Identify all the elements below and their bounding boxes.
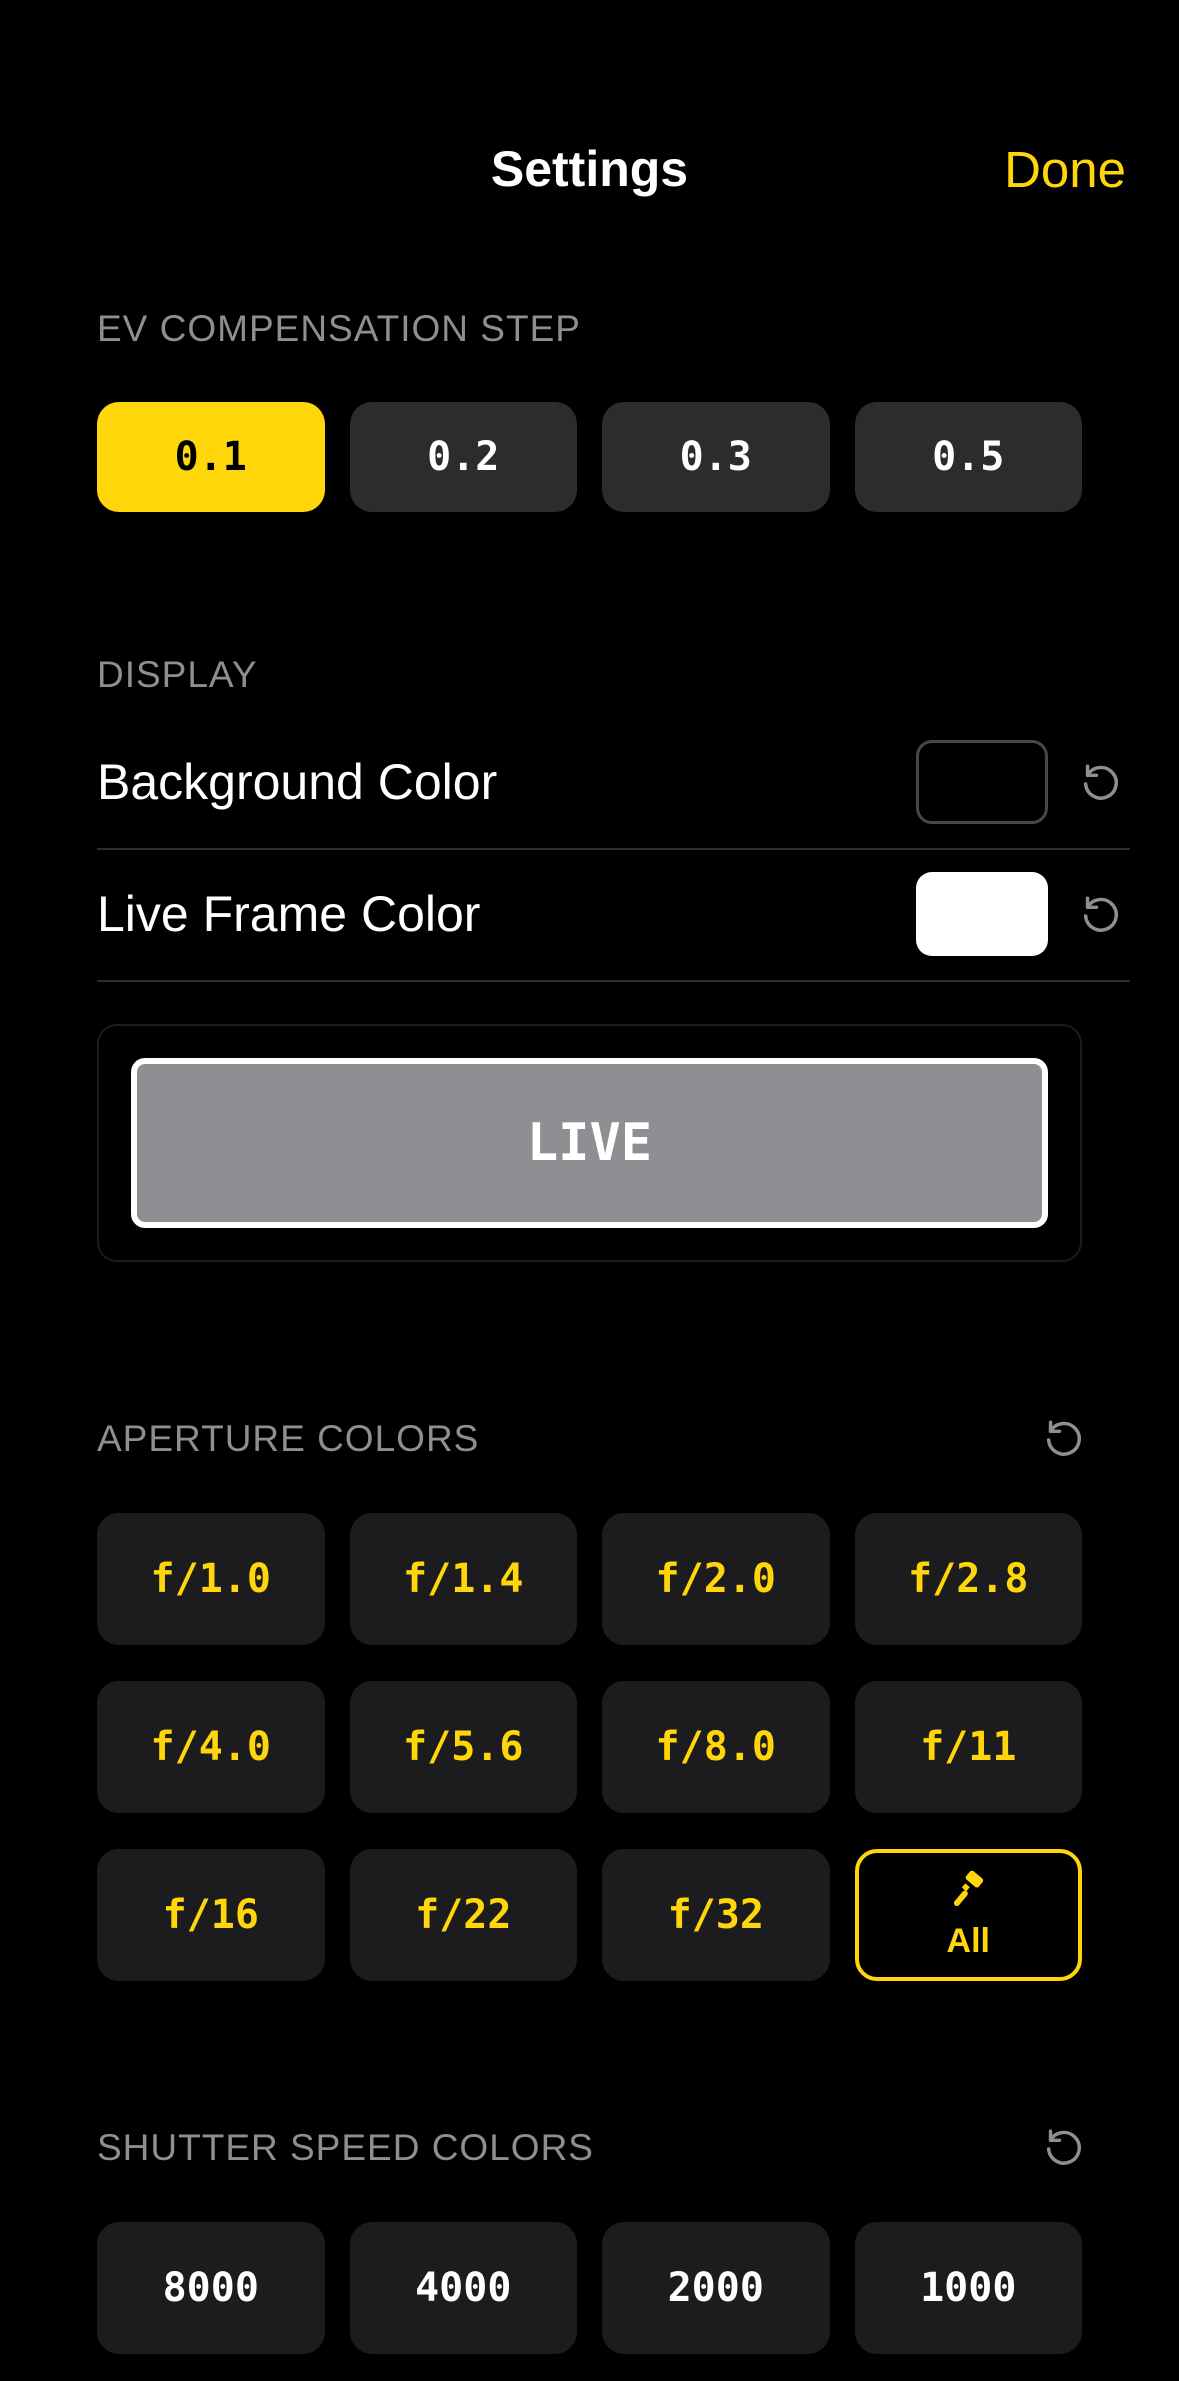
live-frame-color-label: Live Frame Color [97, 886, 481, 942]
aperture-option[interactable]: f/2.0 [602, 1513, 830, 1645]
aperture-grid: f/1.0 f/1.4 f/2.0 f/2.8 f/4.0 f/5.6 f/8.… [97, 1513, 1082, 1981]
background-color-swatch[interactable] [916, 740, 1048, 824]
display-section-label: DISPLAY [97, 654, 258, 695]
aperture-option[interactable]: f/11 [854, 1681, 1082, 1813]
aperture-option[interactable]: f/2.8 [854, 1513, 1082, 1645]
apply-all-button[interactable]: All [854, 1849, 1082, 1981]
shutter-option[interactable]: 1000 [854, 2222, 1082, 2354]
reset-icon[interactable] [1070, 752, 1130, 812]
background-color-label: Background Color [97, 754, 498, 810]
background-color-row: Background Color [97, 716, 1130, 850]
ev-step-selector: 0.1 0.2 0.3 0.5 [97, 402, 1082, 512]
aperture-option[interactable]: f/5.6 [349, 1681, 577, 1813]
ev-step-option[interactable]: 0.2 [349, 402, 577, 512]
live-frame-color-swatch[interactable] [916, 872, 1048, 956]
aperture-section-label: APERTURE COLORS [97, 1418, 480, 1459]
ev-step-option[interactable]: 0.1 [97, 402, 325, 512]
live-preview-label: LIVE [131, 1058, 1048, 1228]
live-frame-color-row: Live Frame Color [97, 848, 1130, 982]
aperture-option[interactable]: f/16 [97, 1849, 325, 1981]
page-title: Settings [490, 141, 689, 197]
paintbrush-icon [946, 1869, 990, 1922]
live-preview-frame: LIVE [97, 1024, 1082, 1262]
shutter-option[interactable]: 2000 [602, 2222, 830, 2354]
ev-section-label: EV COMPENSATION STEP [97, 308, 581, 349]
shutter-grid: 8000 4000 2000 1000 [97, 2222, 1082, 2354]
reset-icon[interactable] [1070, 884, 1130, 944]
ev-step-option[interactable]: 0.5 [854, 402, 1082, 512]
aperture-reset-icon[interactable] [1033, 1408, 1093, 1468]
shutter-option[interactable]: 4000 [349, 2222, 577, 2354]
ev-step-option[interactable]: 0.3 [602, 402, 830, 512]
aperture-option[interactable]: f/32 [602, 1849, 830, 1981]
shutter-option[interactable]: 8000 [97, 2222, 325, 2354]
apply-all-label: All [946, 1922, 990, 1960]
aperture-option[interactable]: f/4.0 [97, 1681, 325, 1813]
shutter-section-label: SHUTTER SPEED COLORS [97, 2127, 594, 2168]
shutter-reset-icon[interactable] [1033, 2117, 1093, 2177]
aperture-option[interactable]: f/8.0 [602, 1681, 830, 1813]
aperture-option[interactable]: f/22 [349, 1849, 577, 1981]
aperture-option[interactable]: f/1.4 [349, 1513, 577, 1645]
done-button[interactable]: Done [1004, 140, 1126, 199]
aperture-option[interactable]: f/1.0 [97, 1513, 325, 1645]
